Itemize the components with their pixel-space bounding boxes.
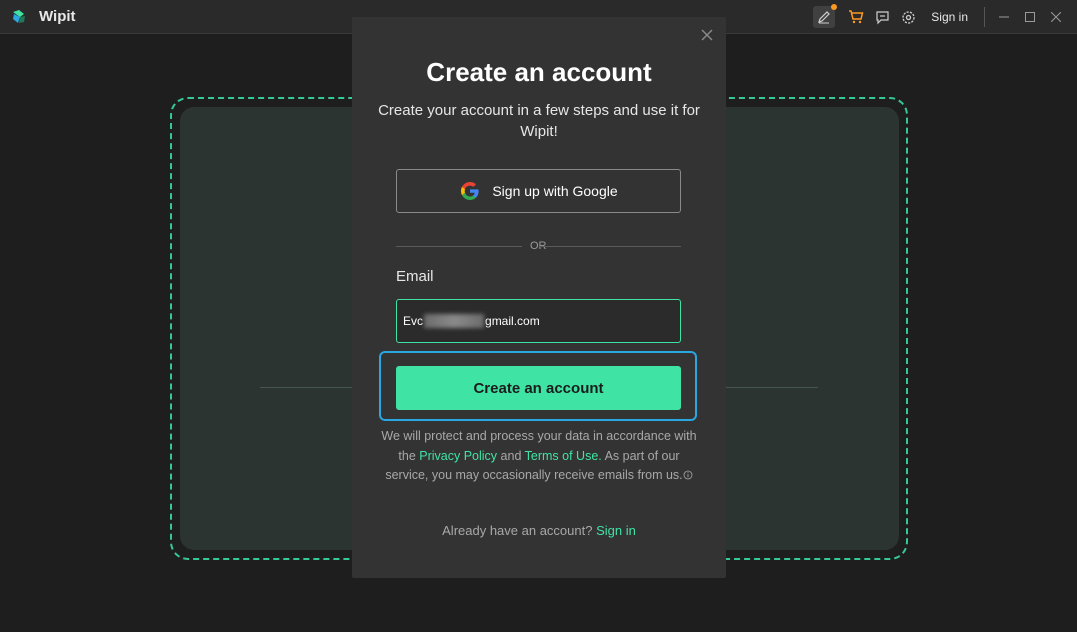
gear-icon[interactable] — [897, 6, 919, 28]
email-redacted-part — [424, 314, 485, 328]
email-label: Email — [396, 268, 434, 285]
dialog-signin-link[interactable]: Sign in — [596, 523, 636, 538]
create-button-focus-ring — [379, 351, 697, 421]
app-logo-icon — [10, 8, 28, 26]
pen-icon[interactable] — [813, 4, 838, 28]
google-signup-button[interactable]: Sign up with Google — [396, 169, 681, 213]
create-account-dialog: Create an account Create your account in… — [352, 17, 726, 578]
or-divider: OR — [396, 239, 681, 253]
dialog-close-icon[interactable] — [700, 28, 714, 42]
info-icon[interactable] — [683, 467, 693, 480]
titlebar-divider — [984, 7, 985, 27]
signin-prompt: Already have an account? Sign in — [442, 523, 636, 538]
dialog-subtitle: Create your account in a few steps and u… — [378, 102, 700, 140]
notification-dot — [831, 4, 838, 10]
google-icon — [459, 180, 481, 202]
minimize-icon[interactable] — [991, 6, 1017, 28]
privacy-notice: We will protect and process your data in… — [381, 429, 697, 482]
header-signin-link[interactable]: Sign in — [931, 10, 968, 24]
google-signup-label: Sign up with Google — [492, 183, 618, 199]
app-title: Wipit — [39, 8, 76, 25]
cart-icon[interactable] — [845, 6, 867, 28]
feedback-icon[interactable] — [871, 6, 893, 28]
close-icon[interactable] — [1043, 6, 1069, 28]
privacy-policy-link[interactable]: Privacy Policy — [419, 449, 497, 463]
maximize-icon[interactable] — [1017, 6, 1043, 28]
terms-of-use-link[interactable]: Terms of Use. — [525, 449, 602, 463]
email-field[interactable]: Evc gmail.com — [396, 299, 681, 343]
dialog-title: Create an account — [426, 57, 652, 87]
